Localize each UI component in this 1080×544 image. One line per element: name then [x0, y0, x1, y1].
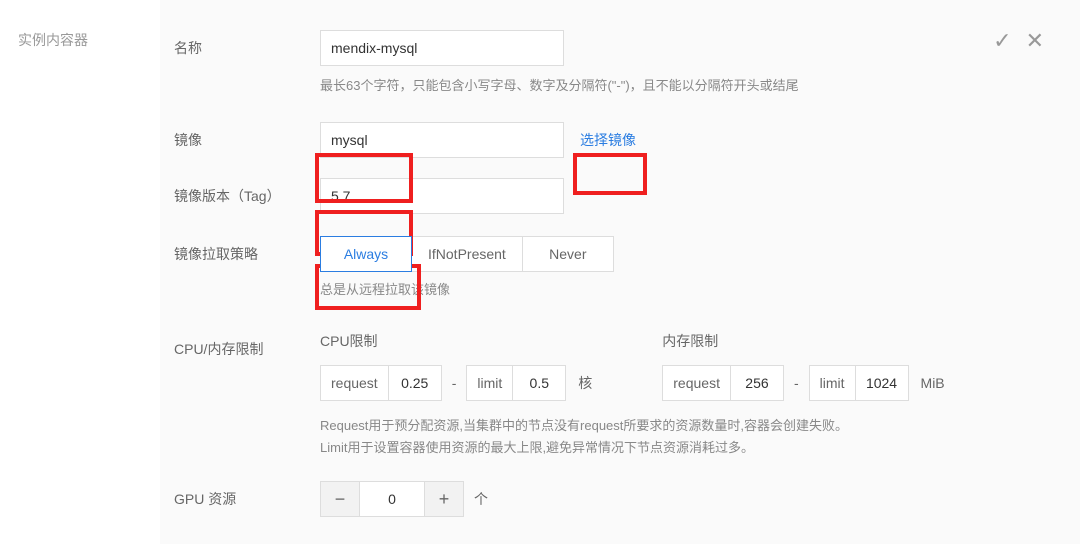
- mem-request-input[interactable]: [731, 366, 783, 400]
- section-title: 实例内容器: [18, 32, 88, 48]
- tag-input[interactable]: [320, 178, 564, 214]
- cpu-mem-label: CPU/内存限制: [174, 331, 320, 359]
- mem-limit-label: limit: [810, 366, 856, 400]
- pull-policy-label: 镜像拉取策略: [174, 236, 320, 264]
- mem-unit: MiB: [921, 375, 945, 391]
- gpu-input[interactable]: [360, 481, 424, 517]
- gpu-unit: 个: [474, 489, 488, 509]
- gpu-plus-button[interactable]: +: [424, 481, 464, 517]
- close-icon[interactable]: ✕: [1026, 30, 1044, 52]
- gpu-label: GPU 资源: [174, 481, 320, 509]
- mem-limit-input[interactable]: [856, 366, 908, 400]
- select-image-link[interactable]: 选择镜像: [580, 130, 636, 150]
- mem-limit-title: 内存限制: [662, 331, 944, 351]
- cpu-limit-label: limit: [467, 366, 513, 400]
- cpu-request-label: request: [321, 366, 389, 400]
- pull-policy-group: Always IfNotPresent Never: [320, 236, 1050, 272]
- pull-policy-always[interactable]: Always: [320, 236, 412, 272]
- cpu-limit-input[interactable]: [513, 366, 565, 400]
- gpu-minus-button[interactable]: −: [320, 481, 360, 517]
- pull-policy-ifnotpresent[interactable]: IfNotPresent: [411, 236, 523, 272]
- image-label: 镜像: [174, 122, 320, 150]
- cpu-unit: 核: [578, 373, 592, 393]
- resource-help: Request用于预分配资源,当集群中的节点没有request所要求的资源数量时…: [320, 415, 1050, 459]
- pull-policy-never[interactable]: Never: [522, 236, 614, 272]
- cpu-request-input[interactable]: [389, 366, 441, 400]
- name-help: 最长63个字符，只能包含小写字母、数字及分隔符("-")，且不能以分隔符开头或结…: [320, 76, 1050, 96]
- name-input[interactable]: [320, 30, 564, 66]
- mem-request-label: request: [663, 366, 731, 400]
- name-label: 名称: [174, 30, 320, 58]
- form-panel: ✓ ✕ 名称 最长63个字符，只能包含小写字母、数字及分隔符("-")，且不能以…: [160, 0, 1080, 544]
- image-input[interactable]: [320, 122, 564, 158]
- pull-policy-help: 总是从远程拉取该镜像: [320, 280, 1050, 300]
- tag-label: 镜像版本（Tag）: [174, 178, 320, 206]
- cpu-limit-title: CPU限制: [320, 331, 592, 351]
- confirm-icon[interactable]: ✓: [993, 30, 1011, 52]
